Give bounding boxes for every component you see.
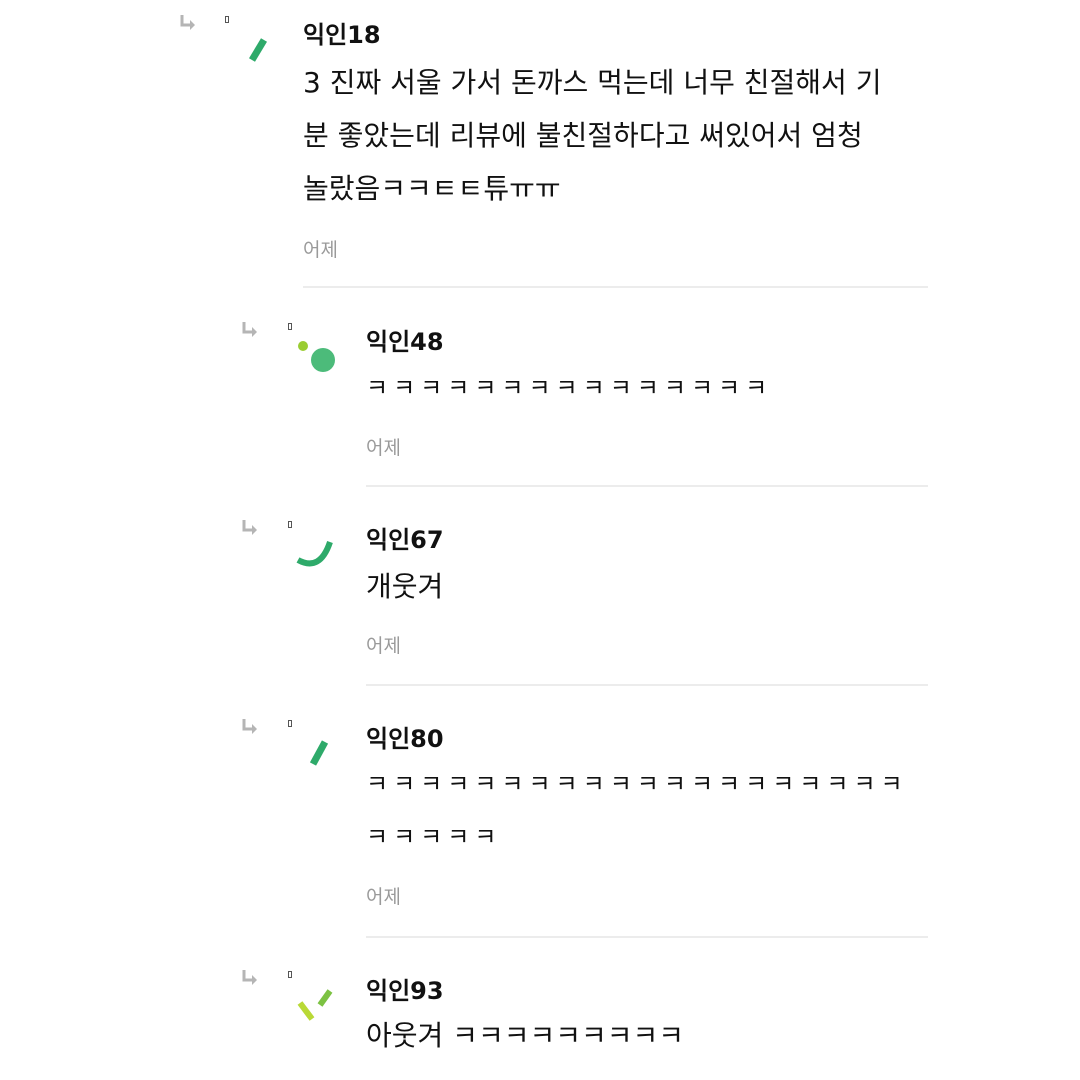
small-marker-icon [288,323,292,330]
comment-body: 개웃겨 [366,570,444,603]
comment-author[interactable]: 익인48 [366,322,444,357]
green-dash-avatar-icon[interactable] [290,722,350,782]
reply-arrow-icon [242,970,257,985]
reply-arrow-icon [180,15,195,30]
comment-author[interactable]: 익인18 [303,15,381,50]
reply-arrow-icon [242,520,257,535]
comment-author[interactable]: 익인67 [366,520,444,555]
comment-timestamp: 어제 [366,886,401,908]
comment-body: 아웃겨 ㅋㅋㅋㅋㅋㅋㅋㅋㅋ [366,1019,685,1052]
comment-divider [303,286,928,288]
reply-arrow-icon [242,719,257,734]
reply-arrow-icon [242,322,257,337]
comment-timestamp: 어제 [303,239,338,261]
comment-divider [366,684,928,686]
comment-timestamp: 어제 [366,635,401,657]
comment-author[interactable]: 익인80 [366,719,444,754]
yellow-green-dashes-avatar-icon[interactable] [290,973,350,1033]
small-marker-icon [225,16,229,23]
comment-timestamp: 어제 [366,437,401,459]
green-dots-avatar-icon[interactable] [290,330,350,390]
comment-divider [366,485,928,487]
green-arc-avatar-icon[interactable] [290,522,350,582]
comment-body: 3 진짜 서울 가서 돈까스 먹는데 너무 친절해서 기 분 좋았는데 리뷰에 … [303,66,882,205]
comment-body: ㅋㅋㅋㅋㅋㅋㅋㅋㅋㅋㅋㅋㅋㅋㅋㅋㅋㅋㅋㅋ ㅋㅋㅋㅋㅋ [366,770,908,851]
comment-body: ㅋㅋㅋㅋㅋㅋㅋㅋㅋㅋㅋㅋㅋㅋㅋ [366,374,773,402]
comment-divider [366,936,928,938]
comment-thread: 익인18 3 진짜 서울 가서 돈까스 먹는데 너무 친절해서 기 분 좋았는데… [0,0,1080,1080]
comment-author[interactable]: 익인93 [366,971,444,1006]
green-dash-avatar-icon[interactable] [230,22,290,82]
